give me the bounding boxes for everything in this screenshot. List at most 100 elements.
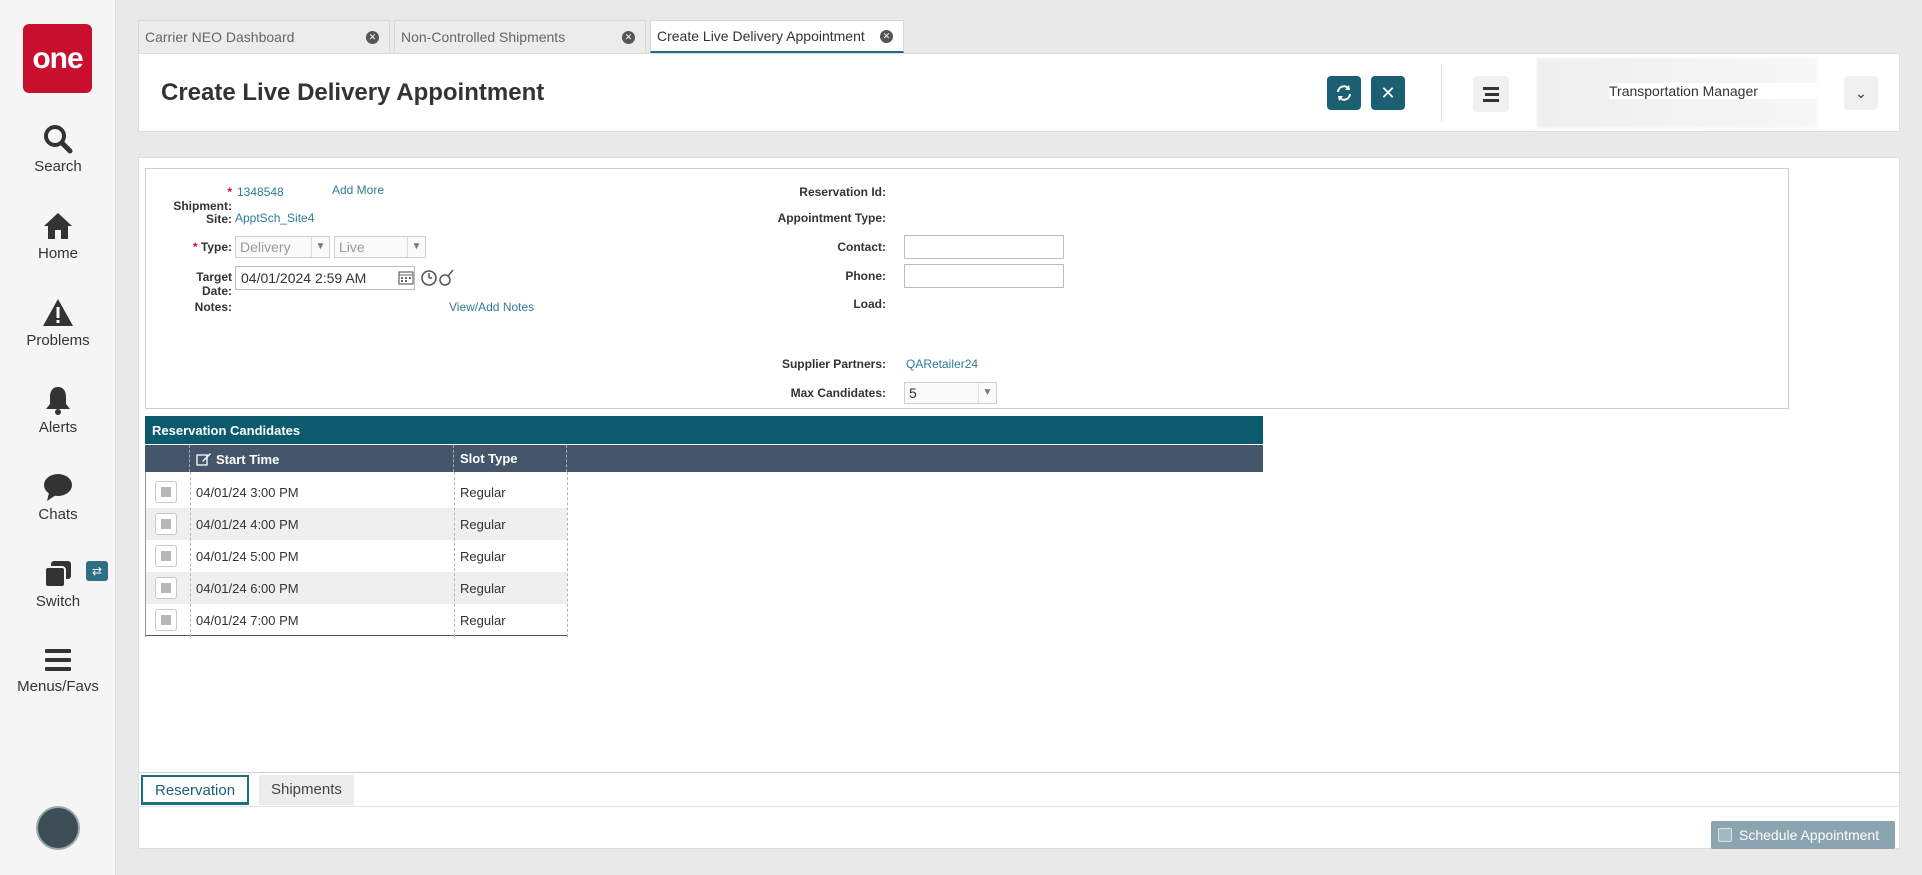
- tab-bar: Carrier NEO Dashboard ✕ Non-Controlled S…: [138, 20, 908, 53]
- max-candidates-select[interactable]: 5 ▼: [904, 382, 997, 404]
- select-column-header: [145, 445, 190, 472]
- load-label: Load:: [853, 297, 886, 311]
- assistant-avatar[interactable]: [36, 806, 80, 850]
- close-icon[interactable]: ✕: [880, 29, 893, 43]
- appointment-form: * Shipment: 1348548 Add More Site: ApptS…: [145, 168, 1789, 409]
- table-row[interactable]: 04/01/24 5:00 PM Regular: [145, 540, 567, 572]
- max-candidates-value: 5: [909, 385, 917, 401]
- row-checkbox[interactable]: [155, 577, 177, 599]
- close-icon: ✕: [1380, 83, 1396, 103]
- table-row[interactable]: 04/01/24 3:00 PM Regular: [145, 476, 567, 508]
- row-checkbox[interactable]: [155, 481, 177, 503]
- page-title: Create Live Delivery Appointment: [161, 79, 545, 106]
- tab-non-controlled-shipments[interactable]: Non-Controlled Shipments ✕: [394, 20, 646, 53]
- one-logo[interactable]: one: [23, 24, 92, 93]
- type-label: * Type:: [192, 240, 232, 254]
- table-row[interactable]: 04/01/24 4:00 PM Regular: [145, 508, 567, 540]
- nav-chats-label: Chats: [38, 506, 78, 523]
- page-menu-button[interactable]: [1473, 76, 1509, 112]
- switch-icon: [44, 561, 71, 588]
- tab-reservation[interactable]: Reservation: [141, 775, 250, 805]
- close-icon[interactable]: ✕: [622, 30, 635, 44]
- start-time-cell: 04/01/24 4:00 PM: [196, 517, 299, 532]
- type-select-value: Delivery: [240, 239, 291, 255]
- nav-alerts[interactable]: Alerts: [0, 385, 116, 436]
- contact-input[interactable]: [904, 235, 1064, 259]
- supplier-partners-link[interactable]: QARetailer24: [906, 357, 978, 371]
- hamburger-icon: [1483, 87, 1499, 102]
- nav-search-label: Search: [34, 158, 82, 175]
- reservation-id-label: Reservation Id:: [799, 185, 886, 199]
- slot-type-cell: Regular: [460, 517, 506, 532]
- mode-select-value: Live: [339, 239, 365, 255]
- nav-search[interactable]: Search: [0, 124, 116, 175]
- tab-shipments[interactable]: Shipments: [259, 775, 354, 805]
- table-row[interactable]: 04/01/24 7:00 PM Regular: [145, 604, 567, 636]
- nav-chats[interactable]: Chats: [0, 472, 116, 523]
- max-candidates-label: Max Candidates:: [790, 386, 886, 400]
- view-add-notes-link[interactable]: View/Add Notes: [449, 300, 534, 314]
- row-checkbox[interactable]: [155, 545, 177, 567]
- nav-menus-favs-label: Menus/Favs: [17, 678, 99, 695]
- chevron-down-icon: ▼: [978, 383, 996, 403]
- contact-label: Contact:: [837, 240, 886, 254]
- grid-divider: [567, 472, 568, 637]
- close-icon[interactable]: ✕: [366, 30, 379, 44]
- refresh-button[interactable]: [1327, 76, 1361, 110]
- grid-border-left: [145, 472, 146, 637]
- start-time-cell: 04/01/24 7:00 PM: [196, 613, 299, 628]
- grid-header: Start Time Slot Type: [145, 445, 1263, 472]
- slot-type-column-header[interactable]: Slot Type: [454, 445, 567, 472]
- phone-input[interactable]: [904, 264, 1064, 288]
- home-icon: [44, 213, 72, 239]
- user-menu-button[interactable]: ⌄: [1844, 76, 1878, 110]
- start-time-cell: 04/01/24 5:00 PM: [196, 549, 299, 564]
- header-divider: [1441, 64, 1442, 122]
- close-page-button[interactable]: ✕: [1371, 76, 1405, 110]
- edit-icon[interactable]: [196, 451, 212, 467]
- site-link[interactable]: ApptSch_Site4: [235, 211, 314, 225]
- warning-icon: [43, 299, 73, 326]
- schedule-appointment-label: Schedule Appointment: [1739, 827, 1880, 843]
- bottom-divider: [139, 772, 1901, 773]
- schedule-appointment-button[interactable]: Schedule Appointment: [1711, 821, 1895, 849]
- checkbox-icon: [1718, 828, 1732, 842]
- phone-label: Phone:: [845, 269, 886, 283]
- type-select[interactable]: Delivery ▼: [235, 236, 330, 258]
- menu-icon: [45, 649, 71, 671]
- add-more-link[interactable]: Add More: [332, 183, 384, 197]
- nav-home[interactable]: Home: [0, 211, 116, 262]
- nav-home-label: Home: [37, 245, 78, 262]
- mode-select[interactable]: Live ▼: [334, 236, 426, 258]
- table-row[interactable]: 04/01/24 6:00 PM Regular: [145, 572, 567, 604]
- shipment-label: * Shipment:: [173, 185, 232, 213]
- timezone-icon[interactable]: [438, 269, 454, 287]
- start-time-column-header[interactable]: Start Time: [190, 445, 454, 472]
- grid-divider: [190, 472, 191, 637]
- clock-icon[interactable]: [420, 269, 438, 287]
- slot-type-cell: Regular: [460, 549, 506, 564]
- main-content: * Shipment: 1348548 Add More Site: ApptS…: [138, 157, 1901, 849]
- tab-label: Carrier NEO Dashboard: [145, 29, 295, 45]
- page-header: Create Live Delivery Appointment ✕ Trans…: [138, 53, 1900, 132]
- slot-type-cell: Regular: [460, 581, 506, 596]
- tab-carrier-neo-dashboard[interactable]: Carrier NEO Dashboard ✕: [138, 20, 390, 53]
- slot-type-cell: Regular: [460, 613, 506, 628]
- tab-label: Create Live Delivery Appointment: [657, 28, 865, 44]
- row-checkbox[interactable]: [155, 609, 177, 631]
- nav-menus-favs[interactable]: Menus/Favs: [0, 646, 116, 695]
- target-date-label: Target Date:: [196, 270, 232, 298]
- supplier-partners-label: Supplier Partners:: [781, 357, 886, 371]
- calendar-icon[interactable]: [398, 269, 414, 285]
- nav-problems[interactable]: Problems: [0, 298, 116, 349]
- nav-alerts-label: Alerts: [38, 419, 78, 436]
- tab-create-live-delivery-appointment[interactable]: Create Live Delivery Appointment ✕: [650, 20, 904, 53]
- shipment-link[interactable]: 1348548: [237, 185, 284, 199]
- row-checkbox[interactable]: [155, 513, 177, 535]
- refresh-icon: [1337, 85, 1351, 101]
- chat-icon: [44, 474, 72, 501]
- notes-label: Notes:: [194, 300, 232, 314]
- start-time-header-label: Start Time: [216, 452, 280, 467]
- left-nav: one Search Home Problems Alerts Chats Sw…: [0, 0, 116, 875]
- target-date-input[interactable]: 04/01/2024 2:59 AM: [235, 266, 415, 290]
